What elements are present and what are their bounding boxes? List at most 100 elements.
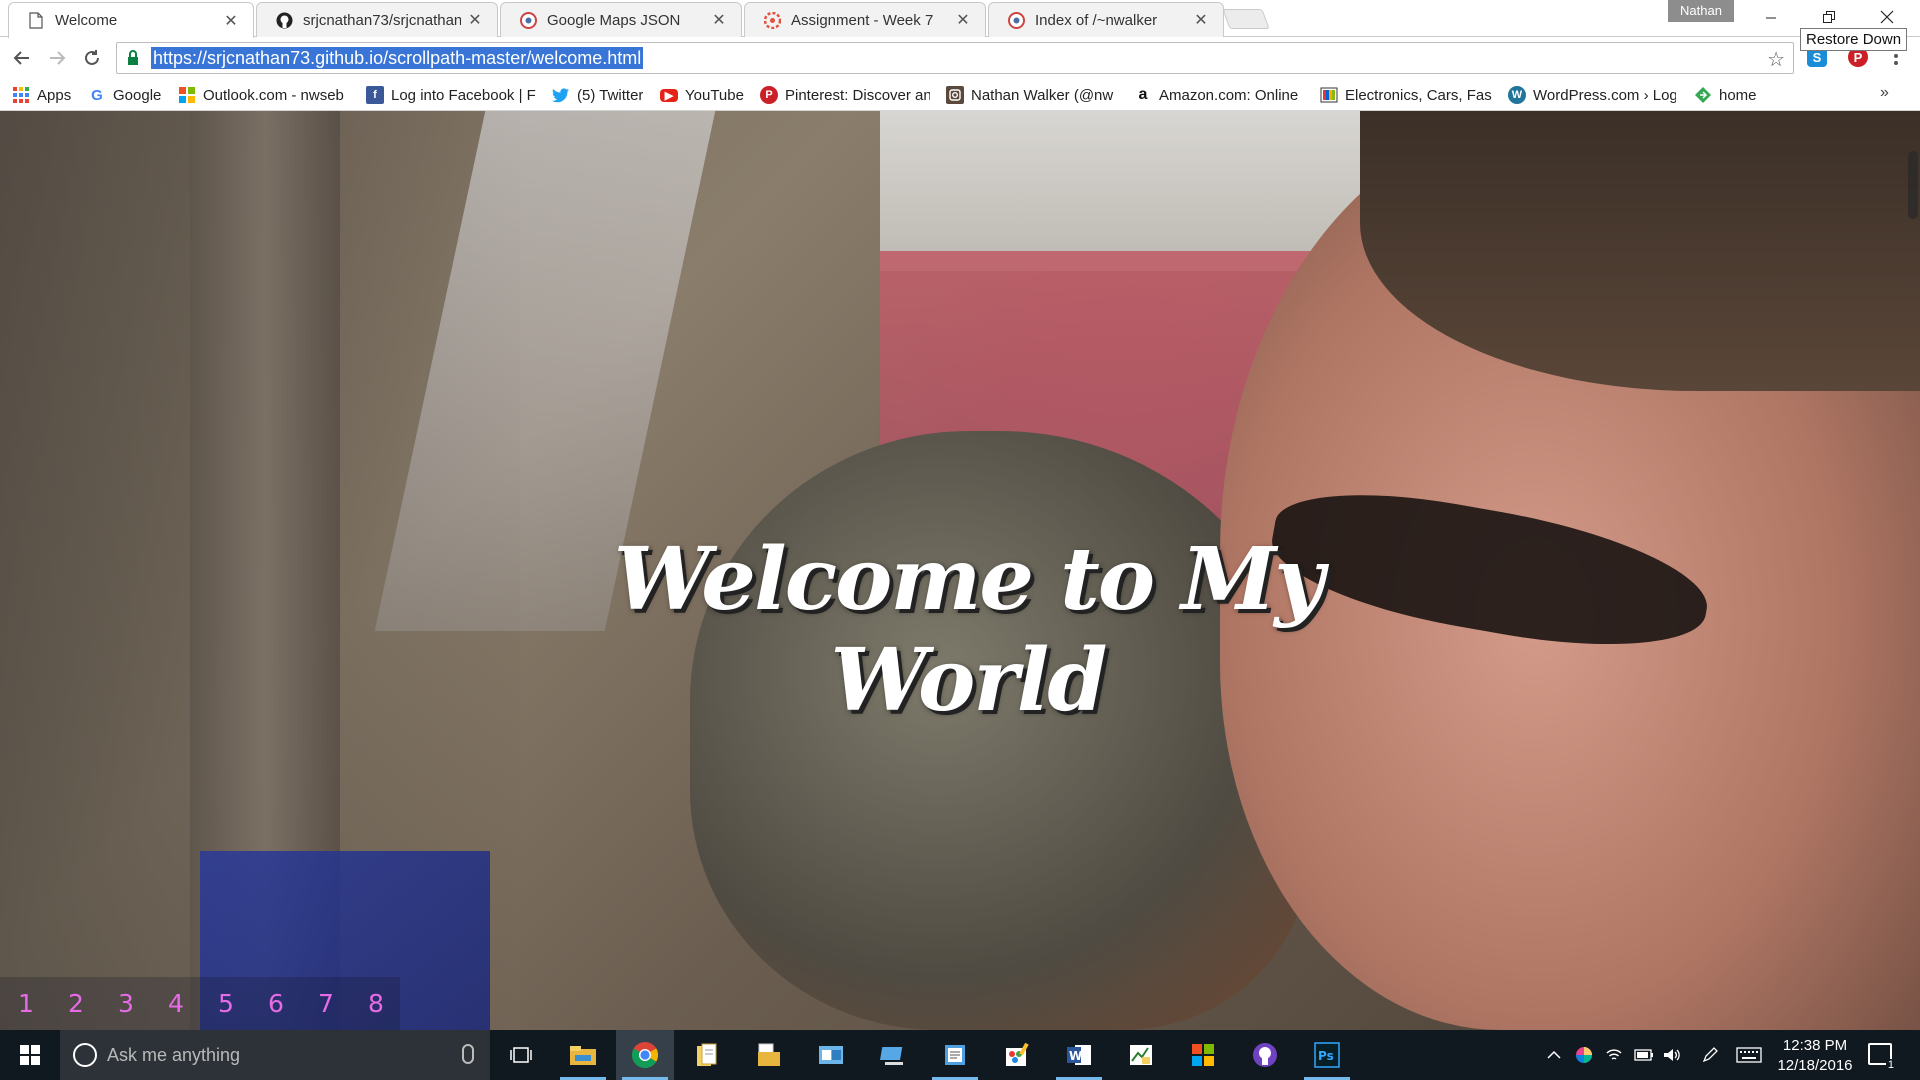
- paint-icon: [1006, 1042, 1029, 1066]
- volume-icon[interactable]: [1662, 1045, 1682, 1065]
- tab-google-maps-json[interactable]: Google Maps JSON ✕: [500, 2, 742, 37]
- page-headline: Welcome to My World: [613, 529, 1325, 731]
- task-view-icon: [510, 1047, 532, 1063]
- bookmark-pinterest[interactable]: P Pinterest: Discover an: [760, 85, 930, 105]
- tab-assignment[interactable]: Assignment - Week 7 ✕: [744, 2, 986, 37]
- tab-index-nwalker[interactable]: Index of /~nwalker ✕: [988, 2, 1224, 37]
- bookmark-ebay[interactable]: Electronics, Cars, Fash: [1320, 85, 1492, 105]
- close-tab-icon[interactable]: ✕: [955, 10, 971, 30]
- notification-count: 1: [1885, 1059, 1896, 1071]
- restore-icon: [1823, 11, 1835, 23]
- tab-title: Index of /~nwalker: [1035, 11, 1158, 29]
- windows-taskbar: Ask me anything W Ps 12:38 PM 12/18/2016…: [0, 1030, 1920, 1080]
- bookmark-google[interactable]: G Google: [88, 85, 161, 105]
- section-pager: 1 2 3 4 5 6 7 8: [0, 977, 400, 1030]
- tab-welcome[interactable]: Welcome ✕: [8, 2, 254, 38]
- back-button[interactable]: [10, 46, 34, 70]
- pinterest-icon: P: [760, 86, 778, 104]
- taskbar-github[interactable]: [1236, 1030, 1294, 1080]
- taskbar-paint[interactable]: [988, 1030, 1046, 1080]
- bookmark-wordpress[interactable]: W WordPress.com › Log: [1508, 85, 1676, 105]
- taskbar-documents[interactable]: [678, 1030, 736, 1080]
- browser-toolbar: https://srjcnathan73.github.io/scrollpat…: [0, 37, 1920, 79]
- pager-link-2[interactable]: 2: [68, 989, 88, 1018]
- pager-link-3[interactable]: 3: [118, 989, 138, 1018]
- show-hidden-icons-chevron-icon[interactable]: [1544, 1045, 1564, 1065]
- wifi-icon[interactable]: [1604, 1045, 1624, 1065]
- bookmark-home[interactable]: home: [1694, 85, 1757, 105]
- photoshop-icon: Ps: [1314, 1042, 1340, 1068]
- taskbar-outlook[interactable]: [802, 1030, 860, 1080]
- clock-time: 12:38 PM: [1782, 1037, 1848, 1054]
- bookmark-amazon[interactable]: a Amazon.com: Online: [1134, 85, 1304, 105]
- store-icon: [1192, 1044, 1214, 1066]
- page-scrollbar[interactable]: [1908, 151, 1918, 219]
- bookmark-label: Google: [113, 86, 162, 104]
- reload-icon: [85, 50, 99, 65]
- pager-link-5[interactable]: 5: [218, 989, 238, 1018]
- bookmark-facebook[interactable]: f Log into Facebook | F: [366, 85, 538, 105]
- bookmark-label: home: [1719, 86, 1757, 104]
- task-view-button[interactable]: [492, 1030, 550, 1080]
- action-center-icon[interactable]: 1: [1868, 1043, 1896, 1071]
- url-text[interactable]: https://srjcnathan73.github.io/scrollpat…: [151, 47, 644, 69]
- close-tab-icon[interactable]: ✕: [1193, 10, 1209, 30]
- taskbar-word[interactable]: W: [1050, 1030, 1108, 1080]
- pager-link-7[interactable]: 7: [318, 989, 338, 1018]
- bookmark-label: Pinterest: Discover an: [785, 86, 930, 104]
- bookmark-label: (5) Twitter: [577, 86, 644, 104]
- ebay-icon: [1320, 86, 1338, 104]
- bookmark-instagram[interactable]: Nathan Walker (@nw: [946, 85, 1118, 105]
- minimize-icon: [1766, 17, 1776, 19]
- battery-icon[interactable]: [1634, 1045, 1654, 1065]
- close-tab-icon[interactable]: ✕: [467, 10, 483, 30]
- taskbar-notepad[interactable]: [926, 1030, 984, 1080]
- profile-button[interactable]: Nathan: [1668, 0, 1734, 22]
- github-icon: [275, 11, 293, 29]
- svg-text:W: W: [1069, 1049, 1082, 1063]
- pager-link-8[interactable]: 8: [368, 989, 388, 1018]
- tab-strip: Welcome ✕ srjcnathan73/srjcnathan7 ✕ Goo…: [0, 0, 1920, 38]
- documents-icon: [697, 1043, 717, 1066]
- forward-arrow-icon: [50, 51, 66, 65]
- microphone-icon[interactable]: [462, 1044, 474, 1064]
- pager-link-4[interactable]: 4: [168, 989, 188, 1018]
- taskbar-photoshop[interactable]: Ps: [1298, 1030, 1356, 1080]
- taskbar-store[interactable]: [1174, 1030, 1232, 1080]
- pager-link-6[interactable]: 6: [268, 989, 288, 1018]
- back-arrow-icon: [13, 51, 29, 65]
- pager-link-1[interactable]: 1: [18, 989, 38, 1018]
- bookmark-star-icon[interactable]: ☆: [1767, 47, 1785, 72]
- system-clock[interactable]: 12:38 PM 12/18/2016: [1770, 1036, 1860, 1076]
- amazon-icon: a: [1138, 86, 1148, 103]
- pen-workspace-icon[interactable]: [1700, 1045, 1720, 1065]
- taskbar-chrome[interactable]: [616, 1030, 674, 1080]
- bookmark-twitter[interactable]: (5) Twitter: [552, 85, 643, 105]
- reload-button[interactable]: [80, 46, 104, 70]
- taskbar-folder[interactable]: [740, 1030, 798, 1080]
- cortana-search-box[interactable]: Ask me anything: [60, 1030, 490, 1080]
- tab-title: Google Maps JSON: [547, 11, 681, 29]
- address-bar[interactable]: https://srjcnathan73.github.io/scrollpat…: [116, 42, 1794, 74]
- minimize-button[interactable]: [1742, 0, 1800, 34]
- taskbar-file-explorer[interactable]: [554, 1030, 612, 1080]
- forward-button[interactable]: [45, 46, 69, 70]
- bookmark-youtube[interactable]: ▶ YouTube: [660, 85, 744, 105]
- bookmark-apps[interactable]: Apps: [12, 85, 71, 105]
- youtube-icon: ▶: [660, 88, 678, 102]
- tab-github[interactable]: srjcnathan73/srjcnathan7 ✕: [256, 2, 498, 37]
- close-tab-icon[interactable]: ✕: [223, 11, 239, 31]
- excel-icon: [1130, 1045, 1152, 1065]
- taskbar-excel[interactable]: [1112, 1030, 1170, 1080]
- lock-icon: [128, 50, 138, 65]
- start-button[interactable]: [0, 1030, 60, 1080]
- color-wheel-tray-icon[interactable]: [1574, 1045, 1594, 1065]
- taskbar-remote-desktop[interactable]: [864, 1030, 922, 1080]
- bookmarks-overflow-button[interactable]: »: [1880, 84, 1889, 102]
- remote-desktop-icon: [880, 1047, 903, 1065]
- clock-date: 12/18/2016: [1777, 1057, 1853, 1074]
- close-tab-icon[interactable]: ✕: [711, 10, 727, 30]
- touch-keyboard-icon[interactable]: [1736, 1045, 1762, 1065]
- new-tab-button[interactable]: [1222, 9, 1270, 29]
- bookmark-outlook[interactable]: Outlook.com - nwseb: [178, 85, 350, 105]
